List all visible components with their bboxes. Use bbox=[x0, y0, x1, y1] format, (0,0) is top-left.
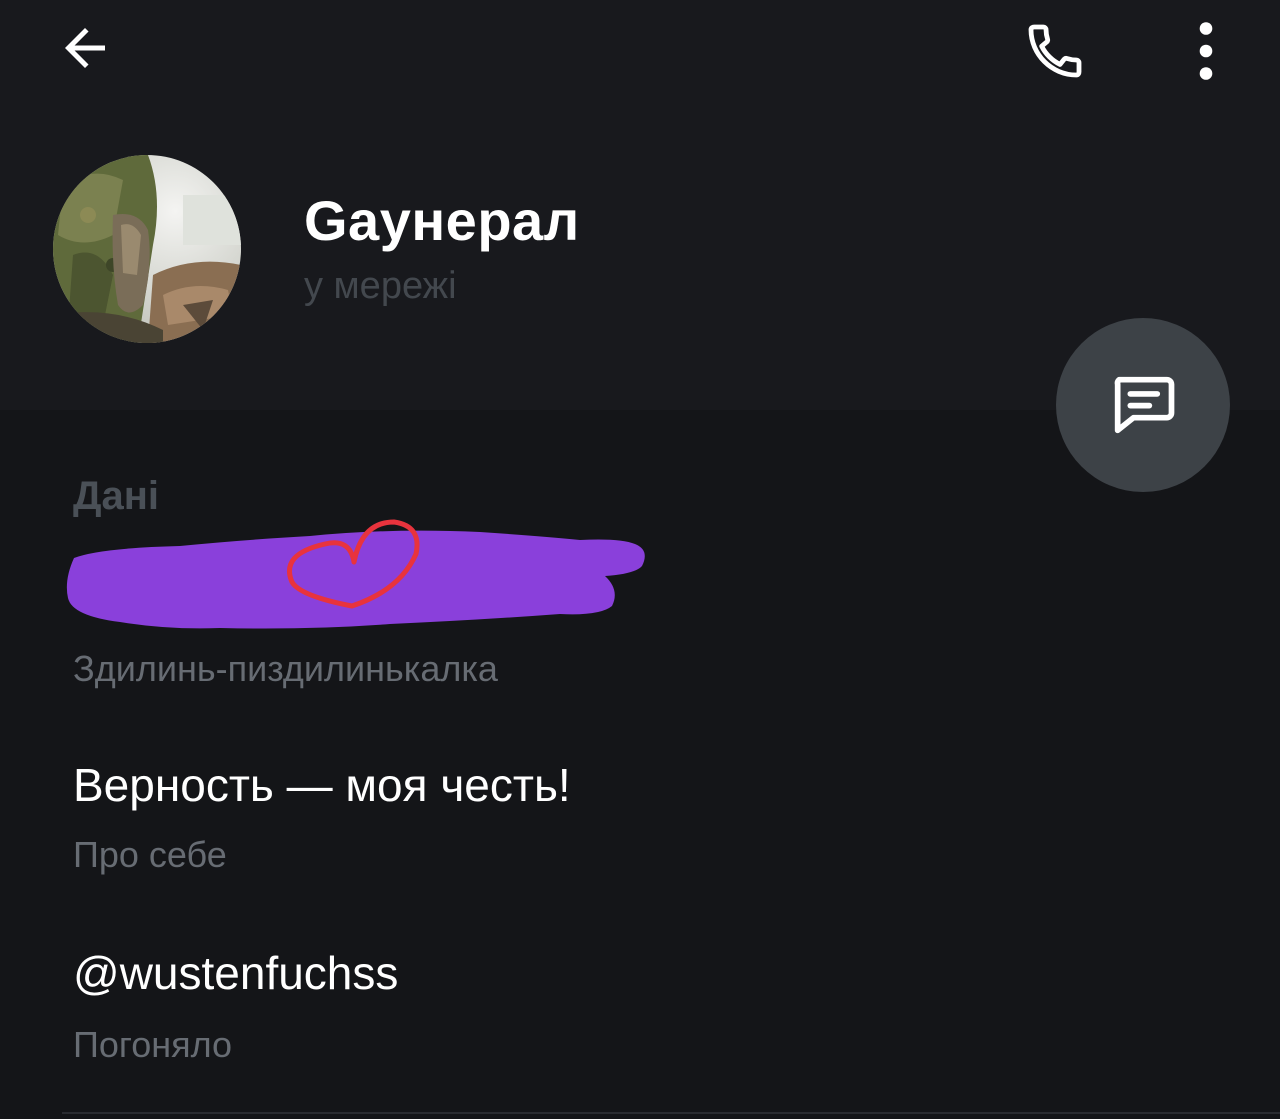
phone-icon bbox=[1028, 24, 1082, 77]
bio-value[interactable]: Верность — моя честь! bbox=[73, 758, 571, 812]
username-value[interactable]: @wustenfuchss bbox=[73, 946, 398, 1000]
back-button[interactable] bbox=[40, 8, 130, 88]
message-icon bbox=[1114, 376, 1175, 434]
more-vertical-icon bbox=[1199, 21, 1213, 80]
avatar-photo bbox=[53, 155, 241, 343]
call-button[interactable] bbox=[1010, 8, 1100, 93]
avatar[interactable] bbox=[53, 155, 241, 343]
profile-screen: Gаунерал у мережі Дані Здилинь-пиздилинь… bbox=[0, 0, 1280, 1119]
profile-name: Gаунерал bbox=[304, 189, 580, 252]
bio-caption: Про себе bbox=[73, 834, 227, 875]
username-caption: Погоняло bbox=[73, 1024, 233, 1065]
arrow-back-icon bbox=[65, 28, 105, 68]
divider bbox=[62, 1112, 1280, 1114]
redaction-scribble bbox=[60, 510, 660, 640]
online-status: у мережі bbox=[304, 265, 457, 307]
more-options-button[interactable] bbox=[1170, 8, 1242, 93]
phone-caption: Здилинь-пиздилинькалка bbox=[73, 648, 498, 689]
message-button[interactable] bbox=[1056, 318, 1230, 492]
